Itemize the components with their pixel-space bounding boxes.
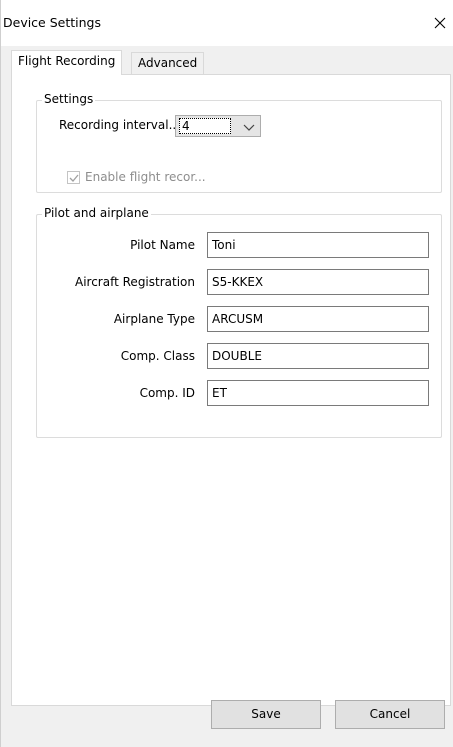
checkmark-icon <box>69 174 79 182</box>
checkbox-box <box>67 170 80 184</box>
comp-class-label: Comp. Class <box>120 349 195 363</box>
aircraft-registration-label: Aircraft Registration <box>75 275 195 289</box>
pilot-airplane-group-title: Pilot and airplane <box>42 206 151 220</box>
chevron-down-icon <box>243 124 255 131</box>
save-button[interactable]: Save <box>211 700 321 729</box>
title-bar: Device Settings <box>1 0 453 46</box>
enable-flight-recording-label: Enable flight recor... <box>85 170 206 184</box>
flight-recording-panel: Settings Recording interval... 4 Enable … <box>11 74 451 706</box>
window-title: Device Settings <box>3 15 101 30</box>
airplane-type-label: Airplane Type <box>113 312 195 326</box>
settings-group: Settings Recording interval... 4 Enable … <box>36 92 442 193</box>
recording-interval-value: 4 <box>179 118 231 134</box>
pilot-name-label: Pilot Name <box>130 238 195 252</box>
comp-class-field[interactable]: DOUBLE <box>207 343 429 369</box>
pilot-name-field[interactable]: Toni <box>207 232 429 258</box>
close-icon <box>434 17 446 29</box>
comp-id-label: Comp. ID <box>139 386 195 400</box>
device-settings-dialog: Device Settings Flight Recording Advance… <box>0 0 453 747</box>
enable-flight-recording-checkbox[interactable]: Enable flight recor... <box>67 170 206 184</box>
dialog-body: Flight Recording Advanced Settings Recor… <box>1 46 453 747</box>
tab-flight-recording[interactable]: Flight Recording <box>11 50 123 75</box>
settings-group-title: Settings <box>42 92 96 106</box>
comp-id-field[interactable]: ET <box>207 380 429 406</box>
aircraft-registration-field[interactable]: S5-KKEX <box>207 269 429 295</box>
close-button[interactable] <box>426 8 453 38</box>
pilot-airplane-group: Pilot and airplane Pilot Name Toni Aircr… <box>36 206 442 438</box>
cancel-button[interactable]: Cancel <box>335 700 445 729</box>
recording-interval-label: Recording interval... <box>59 118 181 132</box>
tab-advanced[interactable]: Advanced <box>131 52 205 74</box>
airplane-type-field[interactable]: ARCUSM <box>207 306 429 332</box>
recording-interval-select[interactable]: 4 <box>175 115 261 137</box>
